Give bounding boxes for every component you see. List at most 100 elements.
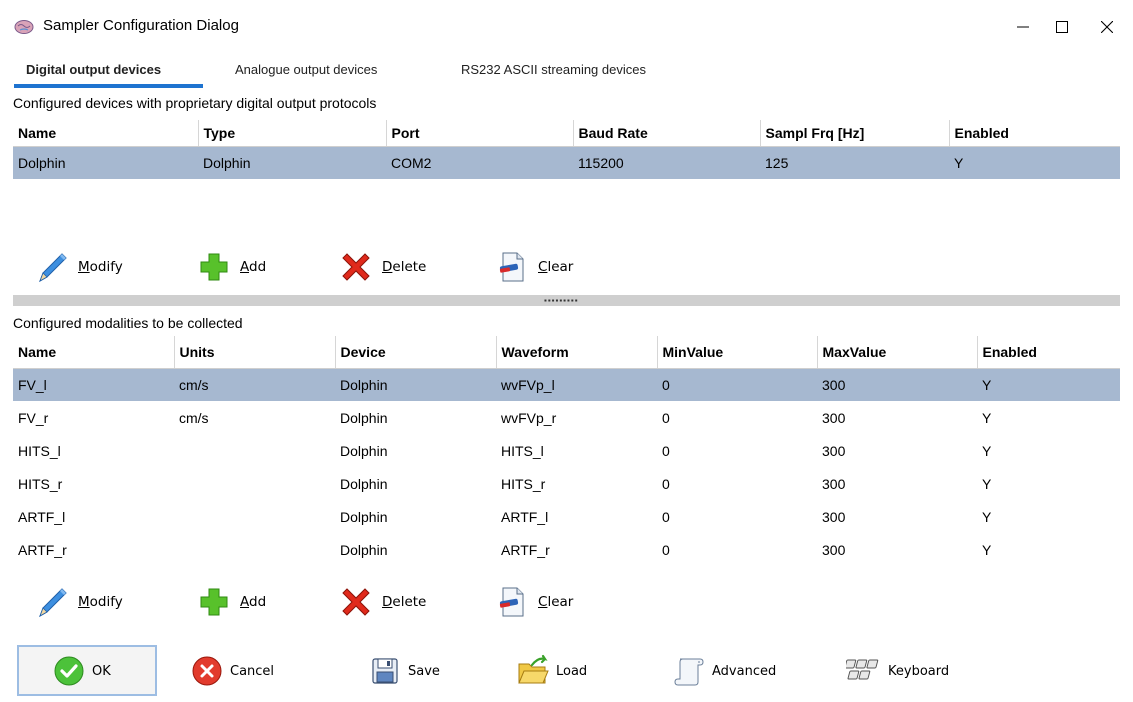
modalities-table: Name Units Device Waveform MinValue MaxV…	[13, 336, 1120, 566]
column-header-baud-rate[interactable]: Baud Rate	[573, 120, 761, 147]
device-delete-button[interactable]: Delete	[338, 249, 426, 285]
pencil-icon	[34, 584, 70, 620]
load-button[interactable]: Load	[516, 654, 587, 688]
cancel-circle-icon	[190, 654, 224, 688]
table-cell[interactable]: Y	[977, 434, 1120, 467]
table-cell[interactable]: HITS_l	[13, 434, 174, 467]
modality-row[interactable]: FV_l cm/s Dolphin wvFVp_l 0 300 Y	[13, 368, 1120, 401]
column-header-name[interactable]: Name	[13, 120, 199, 147]
table-cell[interactable]: FV_l	[13, 368, 174, 401]
table-cell[interactable]: 300	[817, 533, 977, 566]
device-add-button[interactable]: Add	[196, 249, 266, 285]
table-cell[interactable]: Dolphin	[335, 401, 496, 434]
modality-row[interactable]: ARTF_l Dolphin ARTF_l 0 300 Y	[13, 500, 1120, 533]
devices-caption: Configured devices with proprietary digi…	[13, 95, 377, 111]
table-cell[interactable]	[174, 467, 335, 500]
table-cell[interactable]: FV_r	[13, 401, 174, 434]
table-cell[interactable]: HITS_r	[496, 467, 657, 500]
table-cell[interactable]: Y	[977, 401, 1120, 434]
modality-row[interactable]: HITS_r Dolphin HITS_r 0 300 Y	[13, 467, 1120, 500]
delete-mnemonic: D	[382, 594, 393, 610]
add-mnemonic: A	[240, 259, 249, 275]
table-cell[interactable]: COM2	[386, 146, 573, 179]
column-header-type[interactable]: Type	[198, 120, 387, 147]
column-header-min-value[interactable]: MinValue	[657, 336, 818, 369]
modality-row[interactable]: FV_r cm/s Dolphin wvFVp_r 0 300 Y	[13, 401, 1120, 434]
table-cell[interactable]: Y	[949, 146, 1120, 179]
table-cell[interactable]	[174, 500, 335, 533]
cancel-button[interactable]: Cancel	[190, 654, 274, 688]
table-cell[interactable]: ARTF_r	[496, 533, 657, 566]
table-cell[interactable]: wvFVp_r	[496, 401, 657, 434]
table-cell[interactable]: Dolphin	[198, 146, 386, 179]
table-cell[interactable]: ARTF_r	[13, 533, 174, 566]
modality-add-button[interactable]: Add	[196, 584, 266, 620]
table-cell[interactable]: ARTF_l	[496, 500, 657, 533]
modality-row[interactable]: HITS_l Dolphin HITS_l 0 300 Y	[13, 434, 1120, 467]
modality-delete-button[interactable]: Delete	[338, 584, 426, 620]
column-header-max-value[interactable]: MaxValue	[817, 336, 978, 369]
table-cell[interactable]: Y	[977, 368, 1120, 401]
table-cell[interactable]: Y	[977, 467, 1120, 500]
modality-clear-button[interactable]: Clear	[494, 584, 573, 620]
table-cell[interactable]	[174, 434, 335, 467]
table-cell[interactable]: Dolphin	[335, 500, 496, 533]
column-header-enabled[interactable]: Enabled	[977, 336, 1120, 369]
keyboard-button[interactable]: Keyboard	[846, 654, 949, 688]
table-cell[interactable]: cm/s	[174, 368, 335, 401]
column-header-device[interactable]: Device	[335, 336, 497, 369]
table-cell[interactable]: cm/s	[174, 401, 335, 434]
table-cell[interactable]: 0	[657, 368, 817, 401]
save-button[interactable]: Save	[368, 654, 440, 688]
maximize-button[interactable]	[1039, 8, 1085, 46]
table-cell[interactable]: Dolphin	[335, 368, 496, 401]
table-cell[interactable]: Dolphin	[13, 146, 198, 179]
column-header-units[interactable]: Units	[174, 336, 336, 369]
delete-x-icon	[338, 584, 374, 620]
table-cell[interactable]: 300	[817, 467, 977, 500]
close-button[interactable]	[1084, 8, 1130, 46]
table-cell[interactable]: HITS_r	[13, 467, 174, 500]
table-cell[interactable]: 0	[657, 500, 817, 533]
table-cell[interactable]: ARTF_l	[13, 500, 174, 533]
table-cell[interactable]: 0	[657, 467, 817, 500]
column-header-sample-frequency[interactable]: Sampl Frq [Hz]	[760, 120, 950, 147]
table-cell[interactable]: wvFVp_l	[496, 368, 657, 401]
table-cell[interactable]: 300	[817, 434, 977, 467]
advanced-button[interactable]: Advanced	[672, 654, 776, 688]
table-cell[interactable]: Dolphin	[335, 467, 496, 500]
table-cell[interactable]: 300	[817, 500, 977, 533]
column-header-port[interactable]: Port	[386, 120, 574, 147]
table-cell[interactable]	[174, 533, 335, 566]
clear-document-icon	[494, 584, 530, 620]
device-row[interactable]: Dolphin Dolphin COM2 115200 125 Y	[13, 146, 1120, 179]
load-label: Load	[556, 663, 588, 679]
table-cell[interactable]: 0	[657, 401, 817, 434]
devices-header-row: Name Type Port Baud Rate Sampl Frq [Hz] …	[13, 120, 1120, 147]
device-modify-button[interactable]: Modify	[34, 249, 123, 285]
tab-analogue-output-devices[interactable]: Analogue output devices	[235, 62, 377, 77]
table-cell[interactable]: HITS_l	[496, 434, 657, 467]
tab-rs232-ascii-streaming-devices[interactable]: RS232 ASCII streaming devices	[461, 62, 646, 77]
scroll-icon	[672, 654, 706, 688]
tab-digital-output-devices[interactable]: Digital output devices	[26, 62, 161, 77]
section-splitter[interactable]: ▪▪▪▪▪▪▪▪▪	[13, 295, 1120, 306]
ok-button[interactable]: OK	[52, 654, 111, 688]
column-header-name[interactable]: Name	[13, 336, 175, 369]
table-cell[interactable]: Y	[977, 533, 1120, 566]
table-cell[interactable]: Dolphin	[335, 533, 496, 566]
modality-row[interactable]: ARTF_r Dolphin ARTF_r 0 300 Y	[13, 533, 1120, 566]
column-header-enabled[interactable]: Enabled	[949, 120, 1120, 147]
device-clear-button[interactable]: Clear	[494, 249, 573, 285]
table-cell[interactable]: 125	[760, 146, 949, 179]
table-cell[interactable]: Y	[977, 500, 1120, 533]
table-cell[interactable]: 115200	[573, 146, 760, 179]
table-cell[interactable]: 300	[817, 401, 977, 434]
table-cell[interactable]: Dolphin	[335, 434, 496, 467]
advanced-label: Advanced	[712, 663, 777, 679]
table-cell[interactable]: 0	[657, 533, 817, 566]
column-header-waveform[interactable]: Waveform	[496, 336, 658, 369]
table-cell[interactable]: 300	[817, 368, 977, 401]
table-cell[interactable]: 0	[657, 434, 817, 467]
modality-modify-button[interactable]: Modify	[34, 584, 123, 620]
